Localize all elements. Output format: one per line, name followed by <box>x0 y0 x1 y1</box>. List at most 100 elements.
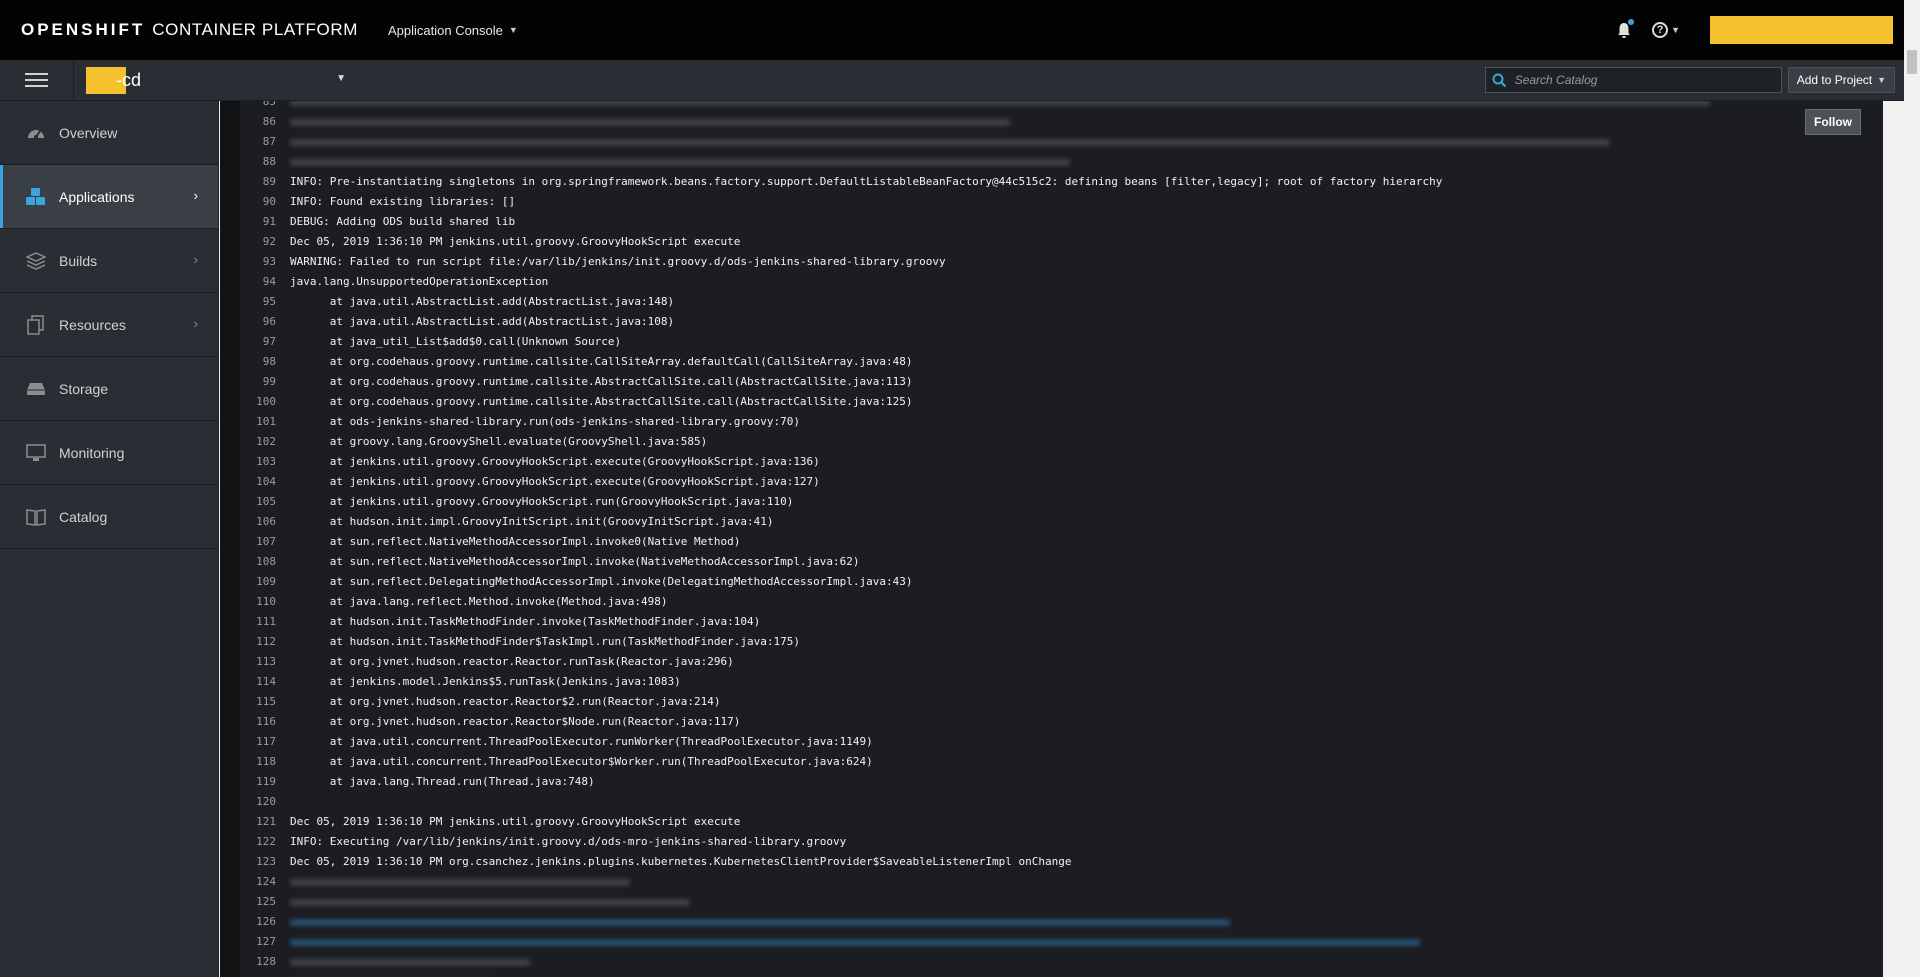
line-number: 111 <box>256 615 276 628</box>
log-line: 111 at hudson.init.TaskMethodFinder.invo… <box>240 612 1710 632</box>
log-text: at java_util_List$add$0.call(Unknown Sou… <box>290 335 622 348</box>
line-number: 112 <box>256 635 276 648</box>
log-line: 127 <box>240 932 1710 952</box>
log-line: 85 <box>240 101 1710 112</box>
log-line: 129 <box>240 972 1710 977</box>
follow-button[interactable]: Follow <box>1805 109 1861 135</box>
sidebar-item-storage[interactable]: Storage <box>0 357 218 421</box>
brand-bold: OPENSHIFT <box>21 20 146 39</box>
line-number: 105 <box>256 495 276 508</box>
book-icon <box>25 506 47 528</box>
line-number: 97 <box>262 335 276 348</box>
page-scrollbar[interactable] <box>1904 0 1920 977</box>
redacted-log-text <box>290 939 1420 946</box>
log-text: at hudson.init.TaskMethodFinder$TaskImpl… <box>290 635 800 648</box>
help-icon: ? <box>1652 22 1669 38</box>
line-number: 104 <box>256 475 276 488</box>
sidebar-nav: Overview Applications › Builds › Resourc… <box>0 101 219 977</box>
line-number: 102 <box>256 435 276 448</box>
log-line: 100 at org.codehaus.groovy.runtime.calls… <box>240 392 1710 412</box>
sidebar-item-builds[interactable]: Builds › <box>0 229 218 293</box>
line-number: 119 <box>256 775 276 788</box>
chevron-right-icon: › <box>193 316 198 331</box>
log-viewer: 85 86 87 88 89 INFO: Pre-instantiating single… <box>220 101 1883 977</box>
search-catalog-input[interactable] <box>1512 72 1763 88</box>
user-menu[interactable] <box>1710 16 1893 44</box>
chevron-right-icon: › <box>193 252 198 267</box>
chevron-down-icon: ▼ <box>336 72 346 84</box>
log-text: at jenkins.util.groovy.GroovyHookScript.… <box>290 495 794 508</box>
line-number: 122 <box>256 835 276 848</box>
line-number: 123 <box>256 855 276 868</box>
log-line: 115 at org.jvnet.hudson.reactor.Reactor$… <box>240 692 1710 712</box>
log-text: Dec 05, 2019 1:36:10 PM jenkins.util.gro… <box>290 235 741 248</box>
log-text: java.lang.UnsupportedOperationException <box>290 275 549 288</box>
sidebar-item-resources[interactable]: Resources › <box>0 293 218 357</box>
log-line: 91 DEBUG: Adding ODS build shared lib <box>240 212 1710 232</box>
files-icon <box>25 314 47 336</box>
log-line: 92 Dec 05, 2019 1:36:10 PM jenkins.util.g… <box>240 232 1710 252</box>
log-text: at java.util.concurrent.ThreadPoolExecut… <box>290 755 873 768</box>
line-number: 99 <box>262 375 276 388</box>
log-line: 99 at org.codehaus.groovy.runtime.callsi… <box>240 372 1710 392</box>
line-number: 114 <box>256 675 276 688</box>
line-number: 110 <box>256 595 276 608</box>
log-text: Dec 05, 2019 1:36:10 PM jenkins.util.gro… <box>290 815 741 828</box>
line-number: 103 <box>256 455 276 468</box>
line-number: 93 <box>262 255 276 268</box>
redacted-log-text <box>290 919 1230 926</box>
sidebar-item-catalog[interactable]: Catalog <box>0 485 218 549</box>
log-text: at sun.reflect.NativeMethodAccessorImpl.… <box>290 535 741 548</box>
line-number: 127 <box>256 935 276 948</box>
sidebar-item-overview[interactable]: Overview <box>0 101 218 165</box>
log-line: 108 at sun.reflect.NativeMethodAccessorI… <box>240 552 1710 572</box>
line-number: 91 <box>262 215 276 228</box>
log-text: at java.util.concurrent.ThreadPoolExecut… <box>290 735 873 748</box>
masthead: OPENSHIFT CONTAINER PLATFORM Application… <box>0 0 1920 60</box>
log-text: at groovy.lang.GroovyShell.evaluate(Groo… <box>290 435 708 448</box>
chevron-right-icon: › <box>193 188 198 203</box>
help-dropdown[interactable]: ? ▼ <box>1652 22 1680 38</box>
hamburger-menu-button[interactable] <box>0 59 74 101</box>
log-line: 93 WARNING: Failed to run script file:/va… <box>240 252 1710 272</box>
sidebar-item-label: Catalog <box>59 508 108 525</box>
brand-logo[interactable]: OPENSHIFT CONTAINER PLATFORM <box>21 20 358 40</box>
log-text: at sun.reflect.NativeMethodAccessorImpl.… <box>290 555 860 568</box>
log-line: 122 INFO: Executing /var/lib/jenkins/init… <box>240 832 1710 852</box>
notification-badge <box>1628 19 1635 25</box>
notifications-button[interactable] <box>1610 16 1638 44</box>
log-text: at jenkins.model.Jenkins$5.runTask(Jenki… <box>290 675 681 688</box>
log-text: at java.util.AbstractList.add(AbstractLi… <box>290 315 675 328</box>
sidebar-item-applications[interactable]: Applications › <box>0 165 218 229</box>
log-line: 102 at groovy.lang.GroovyShell.evaluate(… <box>240 432 1710 452</box>
line-number: 117 <box>256 735 276 748</box>
project-bar: -cd ▼ Add to Project ▼ <box>0 59 1920 101</box>
project-selector[interactable]: -cd ▼ <box>86 66 346 95</box>
line-number: 129 <box>240 972 290 977</box>
log-line: 86 <box>240 112 1710 132</box>
sidebar-item-monitoring[interactable]: Monitoring <box>0 421 218 485</box>
log-text: at org.jvnet.hudson.reactor.Reactor.runT… <box>290 655 734 668</box>
log-line: 98 at org.codehaus.groovy.runtime.callsi… <box>240 352 1710 372</box>
log-content[interactable]: 85 86 87 88 89 INFO: Pre-instantiating single… <box>240 101 1883 977</box>
line-number: 98 <box>262 355 276 368</box>
line-number: 94 <box>262 275 276 288</box>
log-line: 128 <box>240 952 1710 972</box>
hard-drive-icon <box>25 378 47 400</box>
log-text: WARNING: Failed to run script file:/var/… <box>290 255 946 268</box>
page-scrollbar-thumb[interactable] <box>1907 50 1917 74</box>
add-to-project-button[interactable]: Add to Project ▼ <box>1787 67 1895 93</box>
line-number: 85 <box>262 101 276 108</box>
hamburger-line <box>25 85 48 87</box>
line-number: 95 <box>262 295 276 308</box>
log-line: 120 <box>240 792 1710 812</box>
log-line: 87 <box>240 132 1710 152</box>
application-console-label: Application Console <box>387 22 503 38</box>
search-catalog <box>1484 67 1782 93</box>
hamburger-line <box>25 79 48 81</box>
application-console-dropdown[interactable]: Application Console ▼ <box>388 23 518 38</box>
redacted-log-text <box>290 879 630 886</box>
redacted-log-text <box>290 101 1710 106</box>
line-number: 100 <box>256 395 276 408</box>
log-lines: 85 86 87 88 89 INFO: Pre-instantiating single… <box>240 101 1710 977</box>
